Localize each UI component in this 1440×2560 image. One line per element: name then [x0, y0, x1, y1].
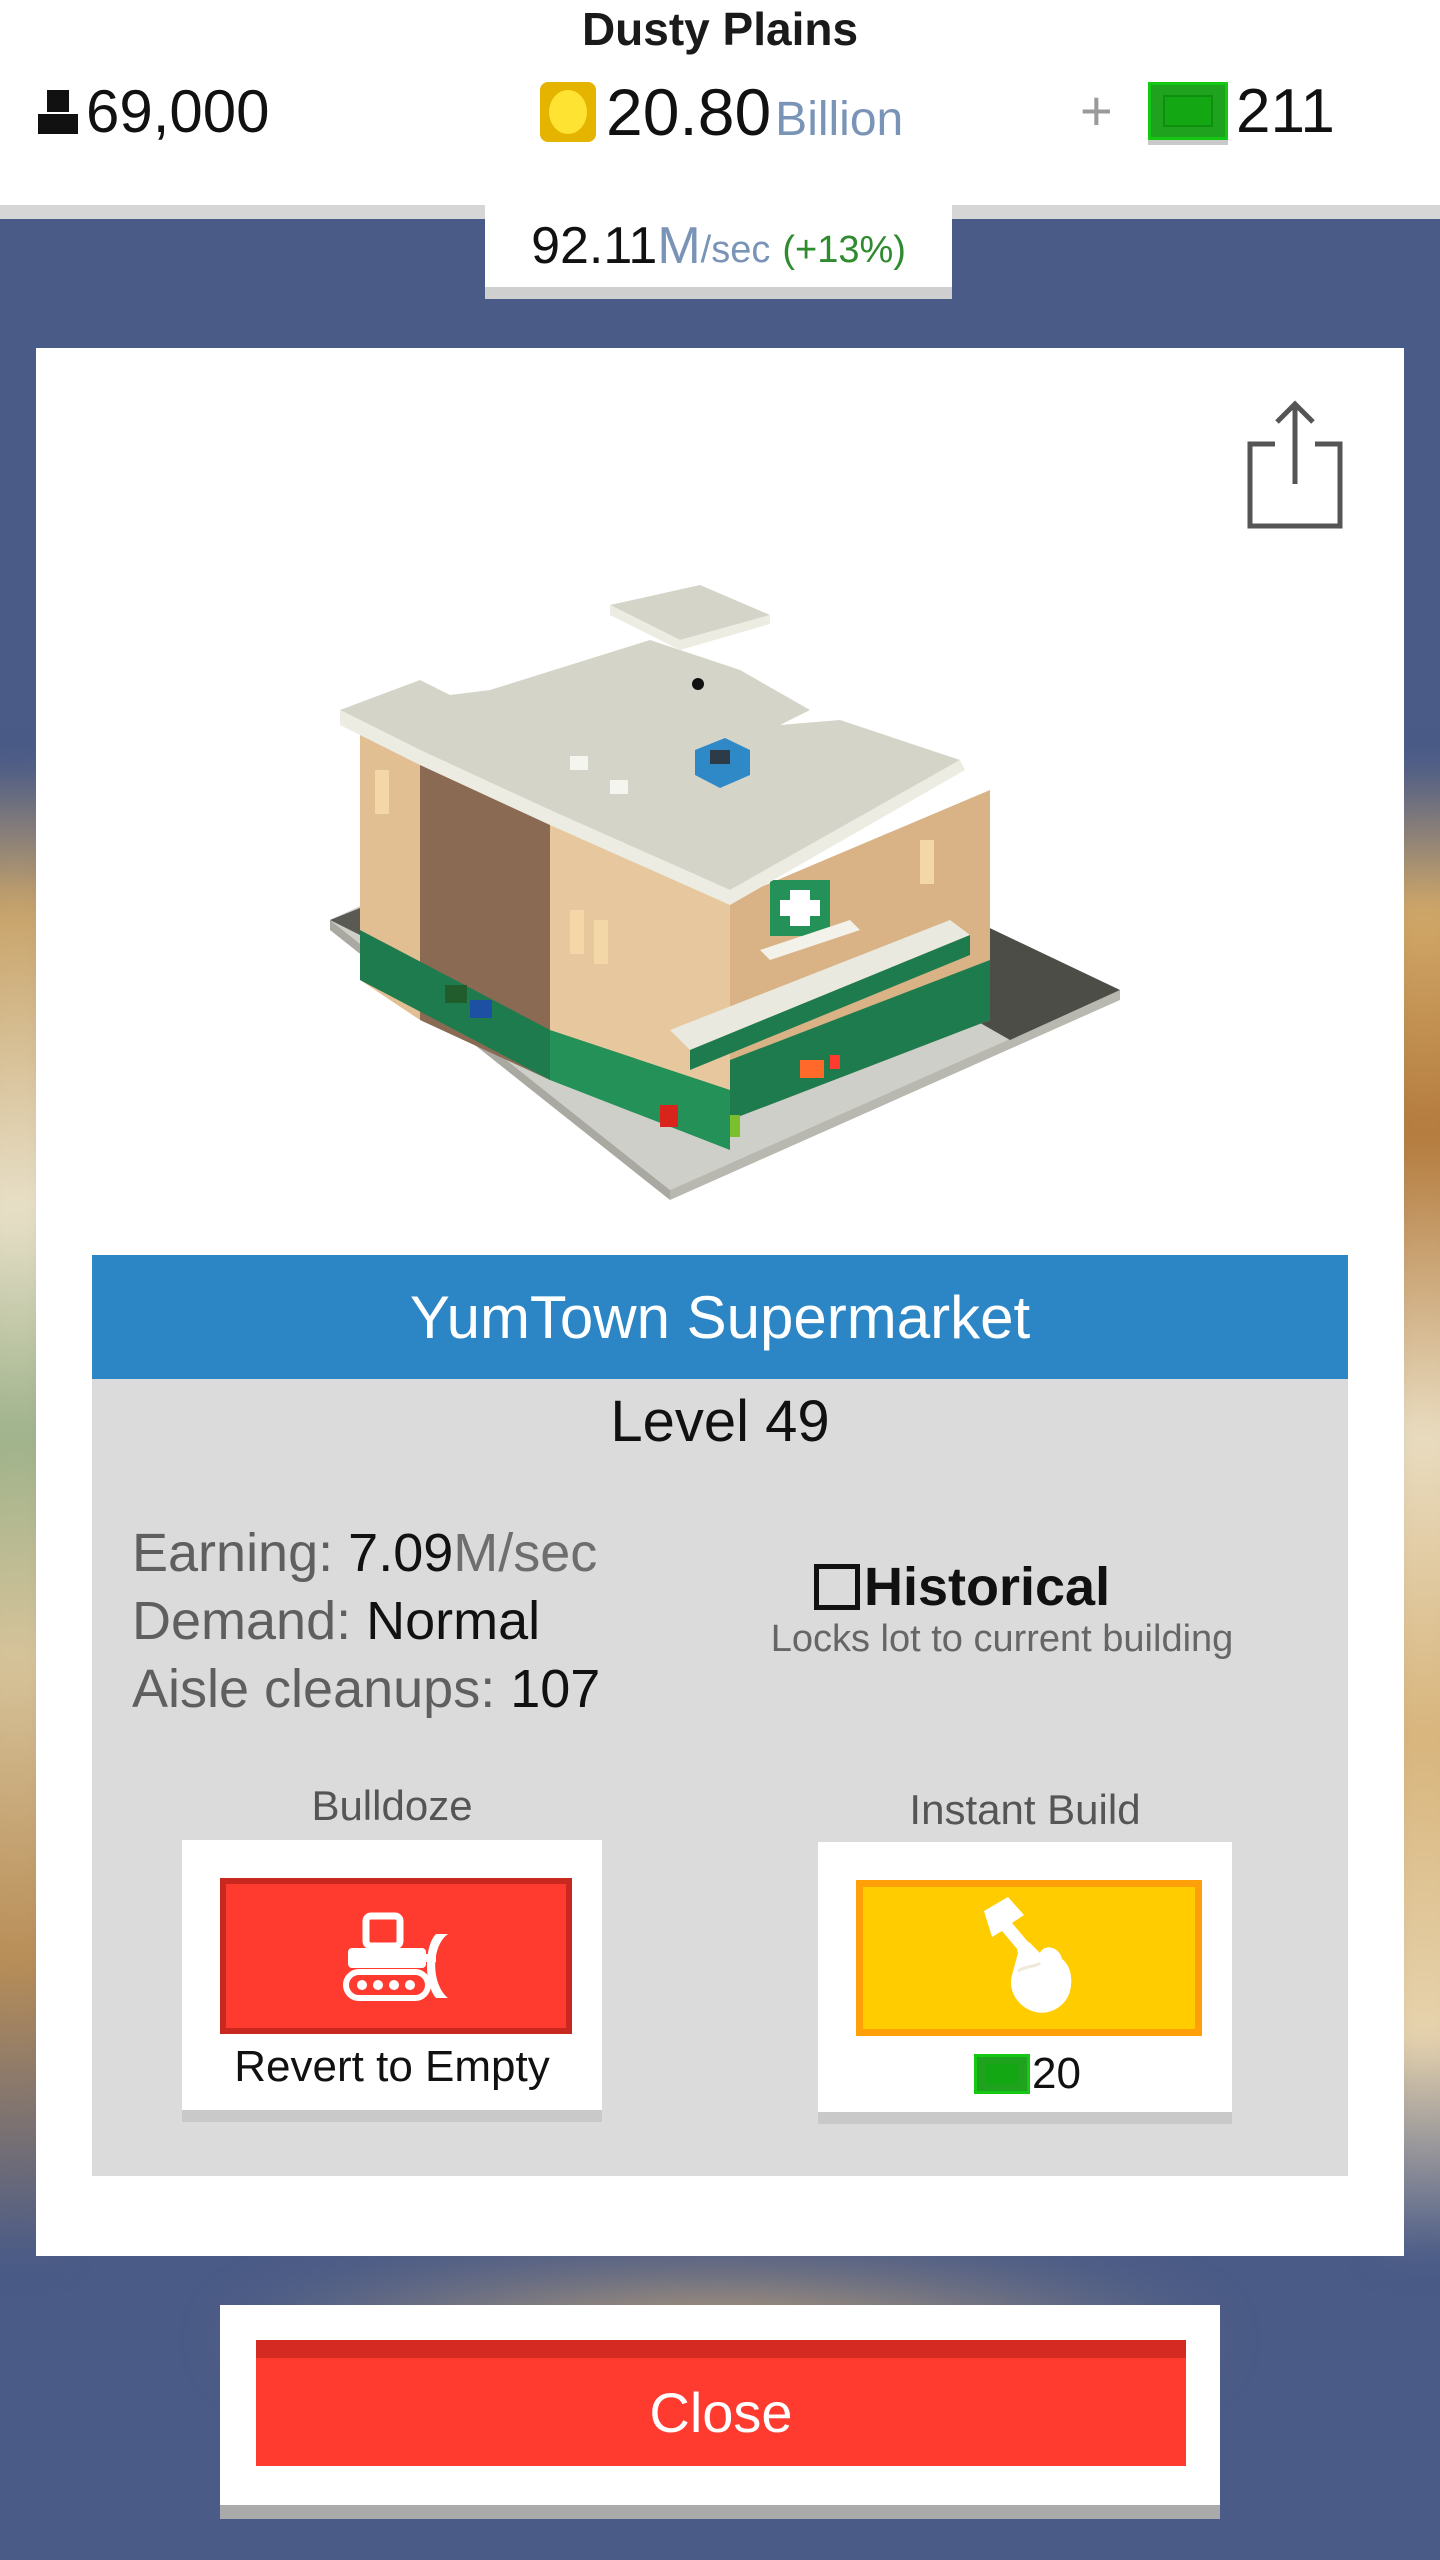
income-rate-multiplier: M — [657, 217, 701, 275]
money-unit: Billion — [775, 92, 904, 146]
historical-checkbox[interactable] — [814, 1564, 860, 1610]
historical-toggle[interactable]: Historical — [814, 1552, 1110, 1622]
cash-value: 211 — [1236, 76, 1335, 146]
historical-label: Historical — [864, 1557, 1111, 1617]
cleanups-label: Aisle cleanups: — [132, 1659, 496, 1719]
hammer-hand-icon — [984, 1897, 1072, 2013]
building-level: Level 49 — [610, 1389, 830, 1454]
income-rate-unit: /sec — [700, 228, 771, 271]
cash-bill-icon — [1148, 82, 1228, 140]
cleanups-stat: Aisle cleanups: 107 — [132, 1658, 600, 1720]
income-rate-tab-shadow — [485, 287, 952, 299]
money-display: 20.80 Billion — [540, 72, 903, 152]
population-display: 69,000 — [36, 76, 270, 146]
demand-label: Demand: — [132, 1591, 352, 1651]
income-rate-value: 92.11 — [531, 217, 658, 275]
earning-stat: Earning: 7.09M/sec — [132, 1522, 597, 1584]
demand-value: Normal — [366, 1591, 541, 1651]
close-button[interactable]: Close — [256, 2340, 1186, 2466]
demand-stat: Demand: Normal — [132, 1590, 540, 1652]
cash-display[interactable]: 211 — [1148, 76, 1335, 146]
income-rate: 92.11 M /sec (+13%) — [485, 205, 952, 287]
coin-icon — [540, 80, 596, 144]
bulldoze-label: Bulldoze — [311, 1782, 473, 1829]
close-label: Close — [649, 2380, 793, 2444]
bulldoze-caption: Revert to Empty — [234, 2042, 550, 2091]
building-title-bar: YumTown Supermarket — [92, 1255, 1348, 1379]
instant-build-label: Instant Build — [909, 1786, 1141, 1833]
population-value: 69,000 — [86, 77, 270, 145]
instant-build-cost-value: 20 — [1032, 2049, 1081, 2098]
share-icon[interactable] — [1245, 398, 1345, 530]
cleanups-value: 107 — [510, 1659, 601, 1719]
money-value: 20.80 — [606, 75, 772, 149]
bulldoze-button[interactable] — [220, 1878, 572, 2034]
earning-value: 7.09 — [348, 1523, 454, 1583]
city-name: Dusty Plains — [581, 3, 859, 55]
instant-build-button[interactable] — [856, 1880, 1202, 2036]
cash-bill-icon — [974, 2054, 1030, 2094]
person-icon — [38, 90, 78, 134]
bulldozer-icon — [343, 1912, 448, 2001]
income-rate-bonus: (+13%) — [782, 228, 906, 271]
earning-unit: M/sec — [453, 1523, 598, 1583]
building-illustration — [330, 585, 1120, 1200]
instant-build-cost: 20 — [974, 2048, 1081, 2100]
building-name: YumTown Supermarket — [409, 1283, 1031, 1351]
historical-description: Locks lot to current building — [770, 1618, 1234, 1660]
earning-label: Earning: — [132, 1523, 334, 1583]
add-cash-button[interactable]: + — [1080, 78, 1113, 143]
